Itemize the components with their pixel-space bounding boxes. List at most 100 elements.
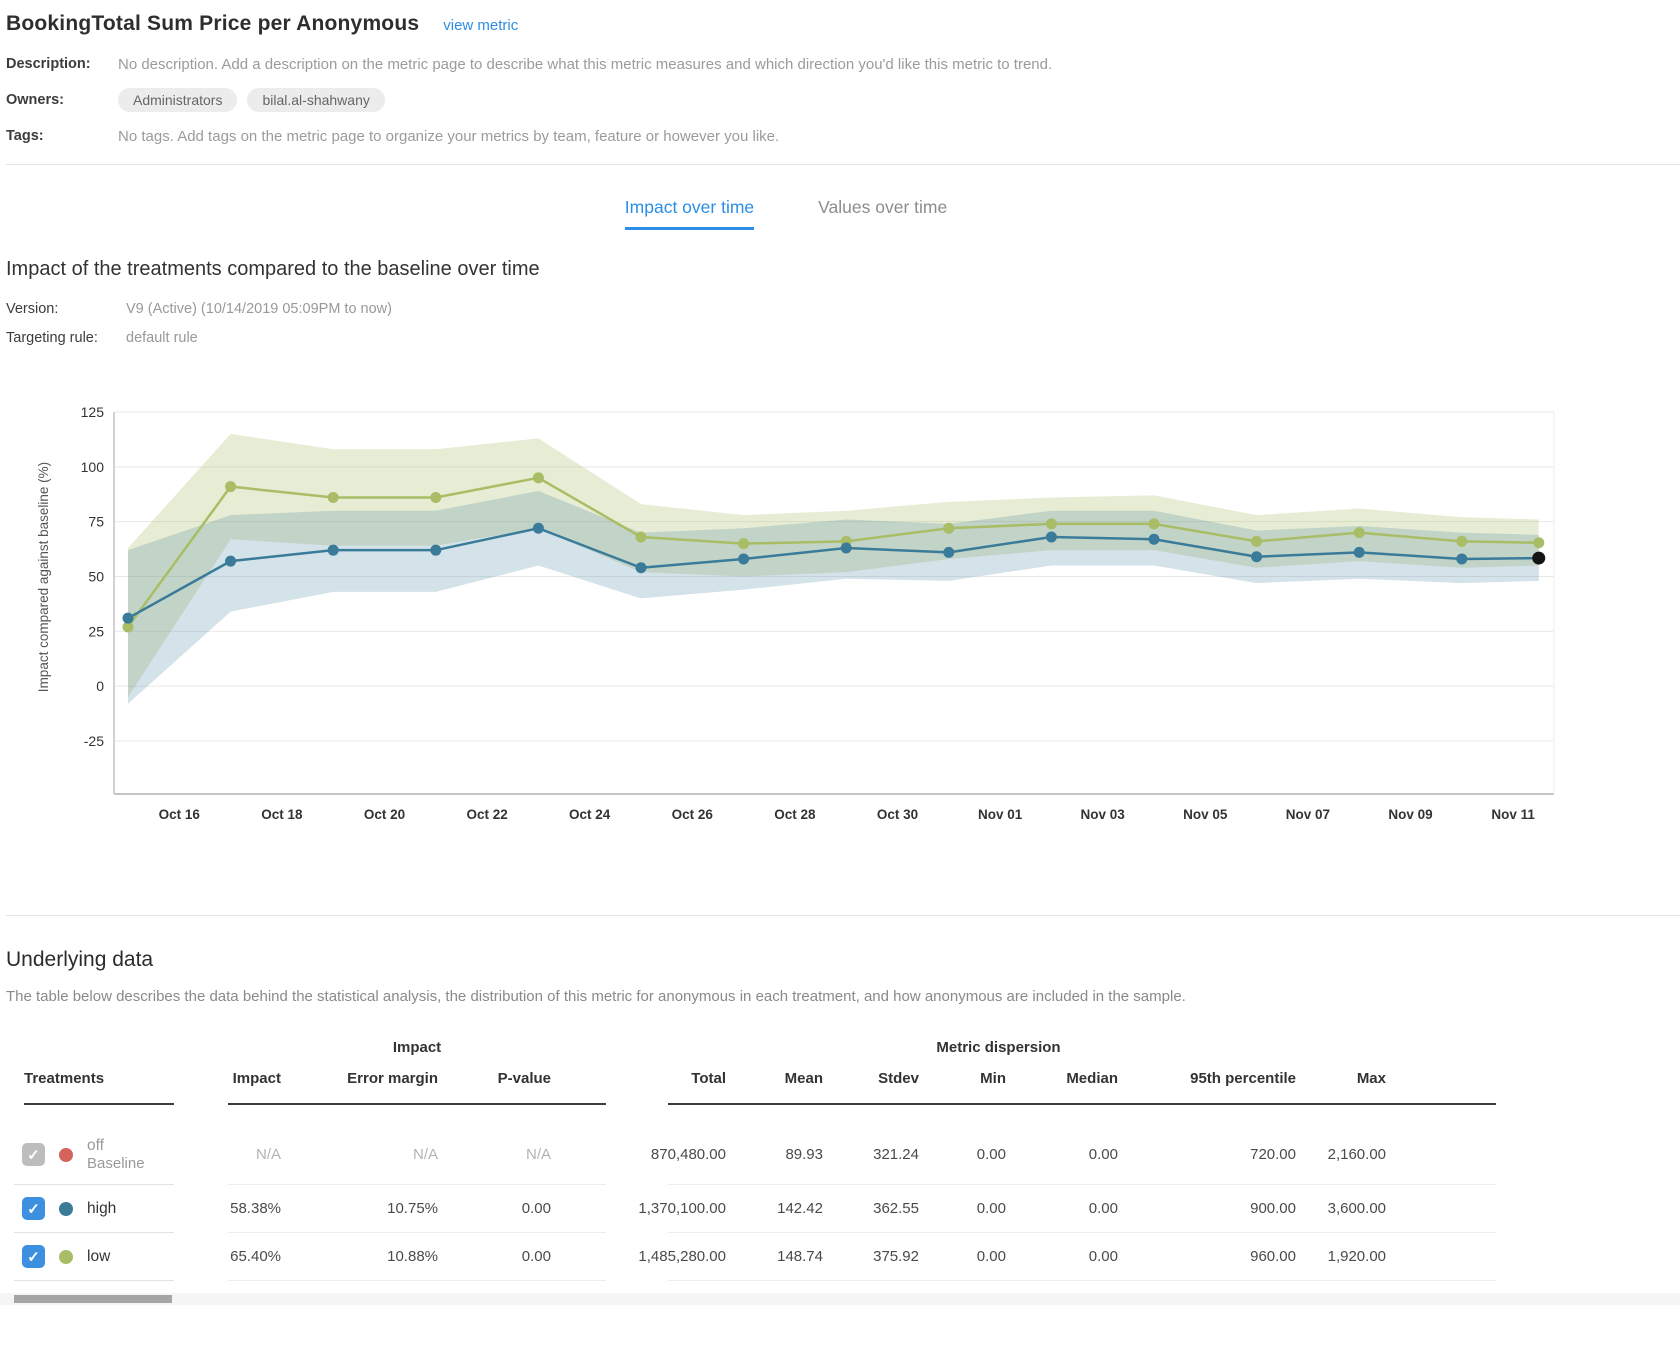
divider xyxy=(6,915,1680,916)
dispersion-cell: 1,920.00 xyxy=(1296,1234,1386,1279)
treatment-row-low: ✓ low xyxy=(14,1233,174,1280)
high-data-point[interactable] xyxy=(636,562,647,573)
tags-value: No tags. Add tags on the metric page to … xyxy=(118,128,779,145)
low-data-point[interactable] xyxy=(328,492,339,503)
low-data-point[interactable] xyxy=(1533,537,1544,548)
low-data-point[interactable] xyxy=(1251,536,1262,547)
treatment-label: offBaseline xyxy=(87,1137,145,1172)
high-data-point[interactable] xyxy=(943,547,954,558)
impact-cell: 0.00 xyxy=(438,1234,551,1279)
treatment-checkbox-low[interactable]: ✓ xyxy=(22,1245,45,1268)
low-data-point[interactable] xyxy=(943,523,954,534)
impact-cell: 0.00 xyxy=(438,1186,551,1231)
low-data-point[interactable] xyxy=(1456,536,1467,547)
low-data-point[interactable] xyxy=(1149,518,1160,529)
dispersion-cell: 870,480.00 xyxy=(611,1132,726,1177)
bottom-scrollbar[interactable] xyxy=(14,1295,172,1303)
y-tick-label: 0 xyxy=(96,678,104,694)
description-row: Description: No description. Add a descr… xyxy=(6,52,1680,76)
x-tick-label: Oct 30 xyxy=(877,807,918,822)
low-data-point[interactable] xyxy=(533,472,544,483)
treatment-checkbox-high[interactable]: ✓ xyxy=(22,1197,45,1220)
treatment-checkbox-off[interactable]: ✓ xyxy=(22,1143,45,1166)
y-axis-title: Impact compared against baseline (%) xyxy=(36,462,51,692)
x-tick-label: Oct 22 xyxy=(466,807,507,822)
column-header-stdev: Stdev xyxy=(823,1070,919,1103)
x-tick-label: Oct 20 xyxy=(364,807,405,822)
y-tick-label: 75 xyxy=(88,514,104,530)
y-tick-label: 125 xyxy=(81,404,105,420)
metric-impact-page: BookingTotal Sum Price per Anonymous vie… xyxy=(0,0,1680,1305)
treatment-color-dot xyxy=(59,1148,73,1162)
owners-row: Owners: Administratorsbilal.al-shahwany xyxy=(6,88,1680,112)
x-tick-label: Oct 16 xyxy=(159,807,201,822)
current-value-marker[interactable] xyxy=(1532,552,1545,565)
high-data-point[interactable] xyxy=(430,545,441,556)
high-data-point[interactable] xyxy=(738,553,749,564)
dispersion-cell: 1,485,280.00 xyxy=(611,1234,726,1279)
tab-values-over-time[interactable]: Values over time xyxy=(818,197,947,230)
high-data-point[interactable] xyxy=(1251,551,1262,562)
treatment-label: low xyxy=(87,1248,110,1266)
impact-cell: 10.88% xyxy=(281,1234,438,1279)
low-data-point[interactable] xyxy=(1046,518,1057,529)
high-data-point[interactable] xyxy=(533,523,544,534)
table-separator xyxy=(228,1232,606,1233)
dispersion-cell: 321.24 xyxy=(823,1132,919,1177)
column-header-max: Max xyxy=(1296,1070,1386,1103)
header-gap xyxy=(14,1105,1678,1125)
treatments-column-header: Treatments xyxy=(14,1070,174,1103)
high-data-point[interactable] xyxy=(123,613,134,624)
version-row: Version: V9 (Active) (10/14/2019 05:09PM… xyxy=(6,301,1680,317)
high-data-point[interactable] xyxy=(1046,532,1057,543)
high-data-point[interactable] xyxy=(1149,534,1160,545)
high-data-point[interactable] xyxy=(841,542,852,553)
dispersion-cell: 2,160.00 xyxy=(1296,1132,1386,1177)
high-data-point[interactable] xyxy=(328,545,339,556)
impact-group-header: Impact xyxy=(228,1039,606,1070)
column-header-mean: Mean xyxy=(726,1070,823,1103)
page-header: BookingTotal Sum Price per Anonymous vie… xyxy=(6,12,1680,36)
impact-chart-svg: 1251007550250-25Oct 16Oct 18Oct 20Oct 22… xyxy=(6,402,1566,832)
high-data-point[interactable] xyxy=(225,556,236,567)
version-label: Version: xyxy=(6,301,126,317)
dispersion-cell: 720.00 xyxy=(1118,1132,1296,1177)
dispersion-cell: 1,370,100.00 xyxy=(611,1186,726,1231)
column-header-min: Min xyxy=(919,1070,1006,1103)
treatment-name: high xyxy=(87,1200,116,1218)
x-tick-label: Nov 07 xyxy=(1286,807,1330,822)
column-header-95th-percentile: 95th percentile xyxy=(1118,1070,1296,1103)
dispersion-cell: 142.42 xyxy=(726,1186,823,1231)
dispersion-cell: 362.55 xyxy=(823,1186,919,1231)
dispersion-group-header: Metric dispersion xyxy=(611,1039,1386,1070)
divider xyxy=(6,164,1680,165)
targeting-rule-value: default rule xyxy=(126,330,198,346)
x-tick-label: Oct 28 xyxy=(774,807,816,822)
table-separator xyxy=(668,1280,1496,1281)
low-data-point[interactable] xyxy=(738,538,749,549)
high-data-point[interactable] xyxy=(1456,553,1467,564)
table-separator xyxy=(668,1184,1496,1185)
high-data-point[interactable] xyxy=(1354,547,1365,558)
impact-cell: 65.40% xyxy=(194,1234,281,1279)
checkbox-check-icon: ✓ xyxy=(27,1248,40,1266)
impact-over-time-chart: 1251007550250-25Oct 16Oct 18Oct 20Oct 22… xyxy=(6,402,1680,837)
dispersion-cell: 0.00 xyxy=(919,1234,1006,1279)
treatment-color-dot xyxy=(59,1250,73,1264)
targeting-rule-label: Targeting rule: xyxy=(6,330,126,346)
low-data-point[interactable] xyxy=(225,481,236,492)
treatment-name: off xyxy=(87,1137,145,1155)
page-title: BookingTotal Sum Price per Anonymous xyxy=(6,12,419,36)
low-data-point[interactable] xyxy=(1354,527,1365,538)
low-data-point[interactable] xyxy=(430,492,441,503)
low-data-point[interactable] xyxy=(636,532,647,543)
view-metric-link[interactable]: view metric xyxy=(443,17,518,34)
owner-pill: Administrators xyxy=(118,88,237,112)
y-tick-label: 50 xyxy=(88,568,104,584)
owner-pill: bilal.al-shahwany xyxy=(247,88,384,112)
column-header-median: Median xyxy=(1006,1070,1118,1103)
table-separator xyxy=(668,1232,1496,1233)
x-tick-label: Oct 18 xyxy=(261,807,303,822)
tab-impact-over-time[interactable]: Impact over time xyxy=(625,197,754,230)
underlying-data-description: The table below describes the data behin… xyxy=(6,988,1680,1005)
